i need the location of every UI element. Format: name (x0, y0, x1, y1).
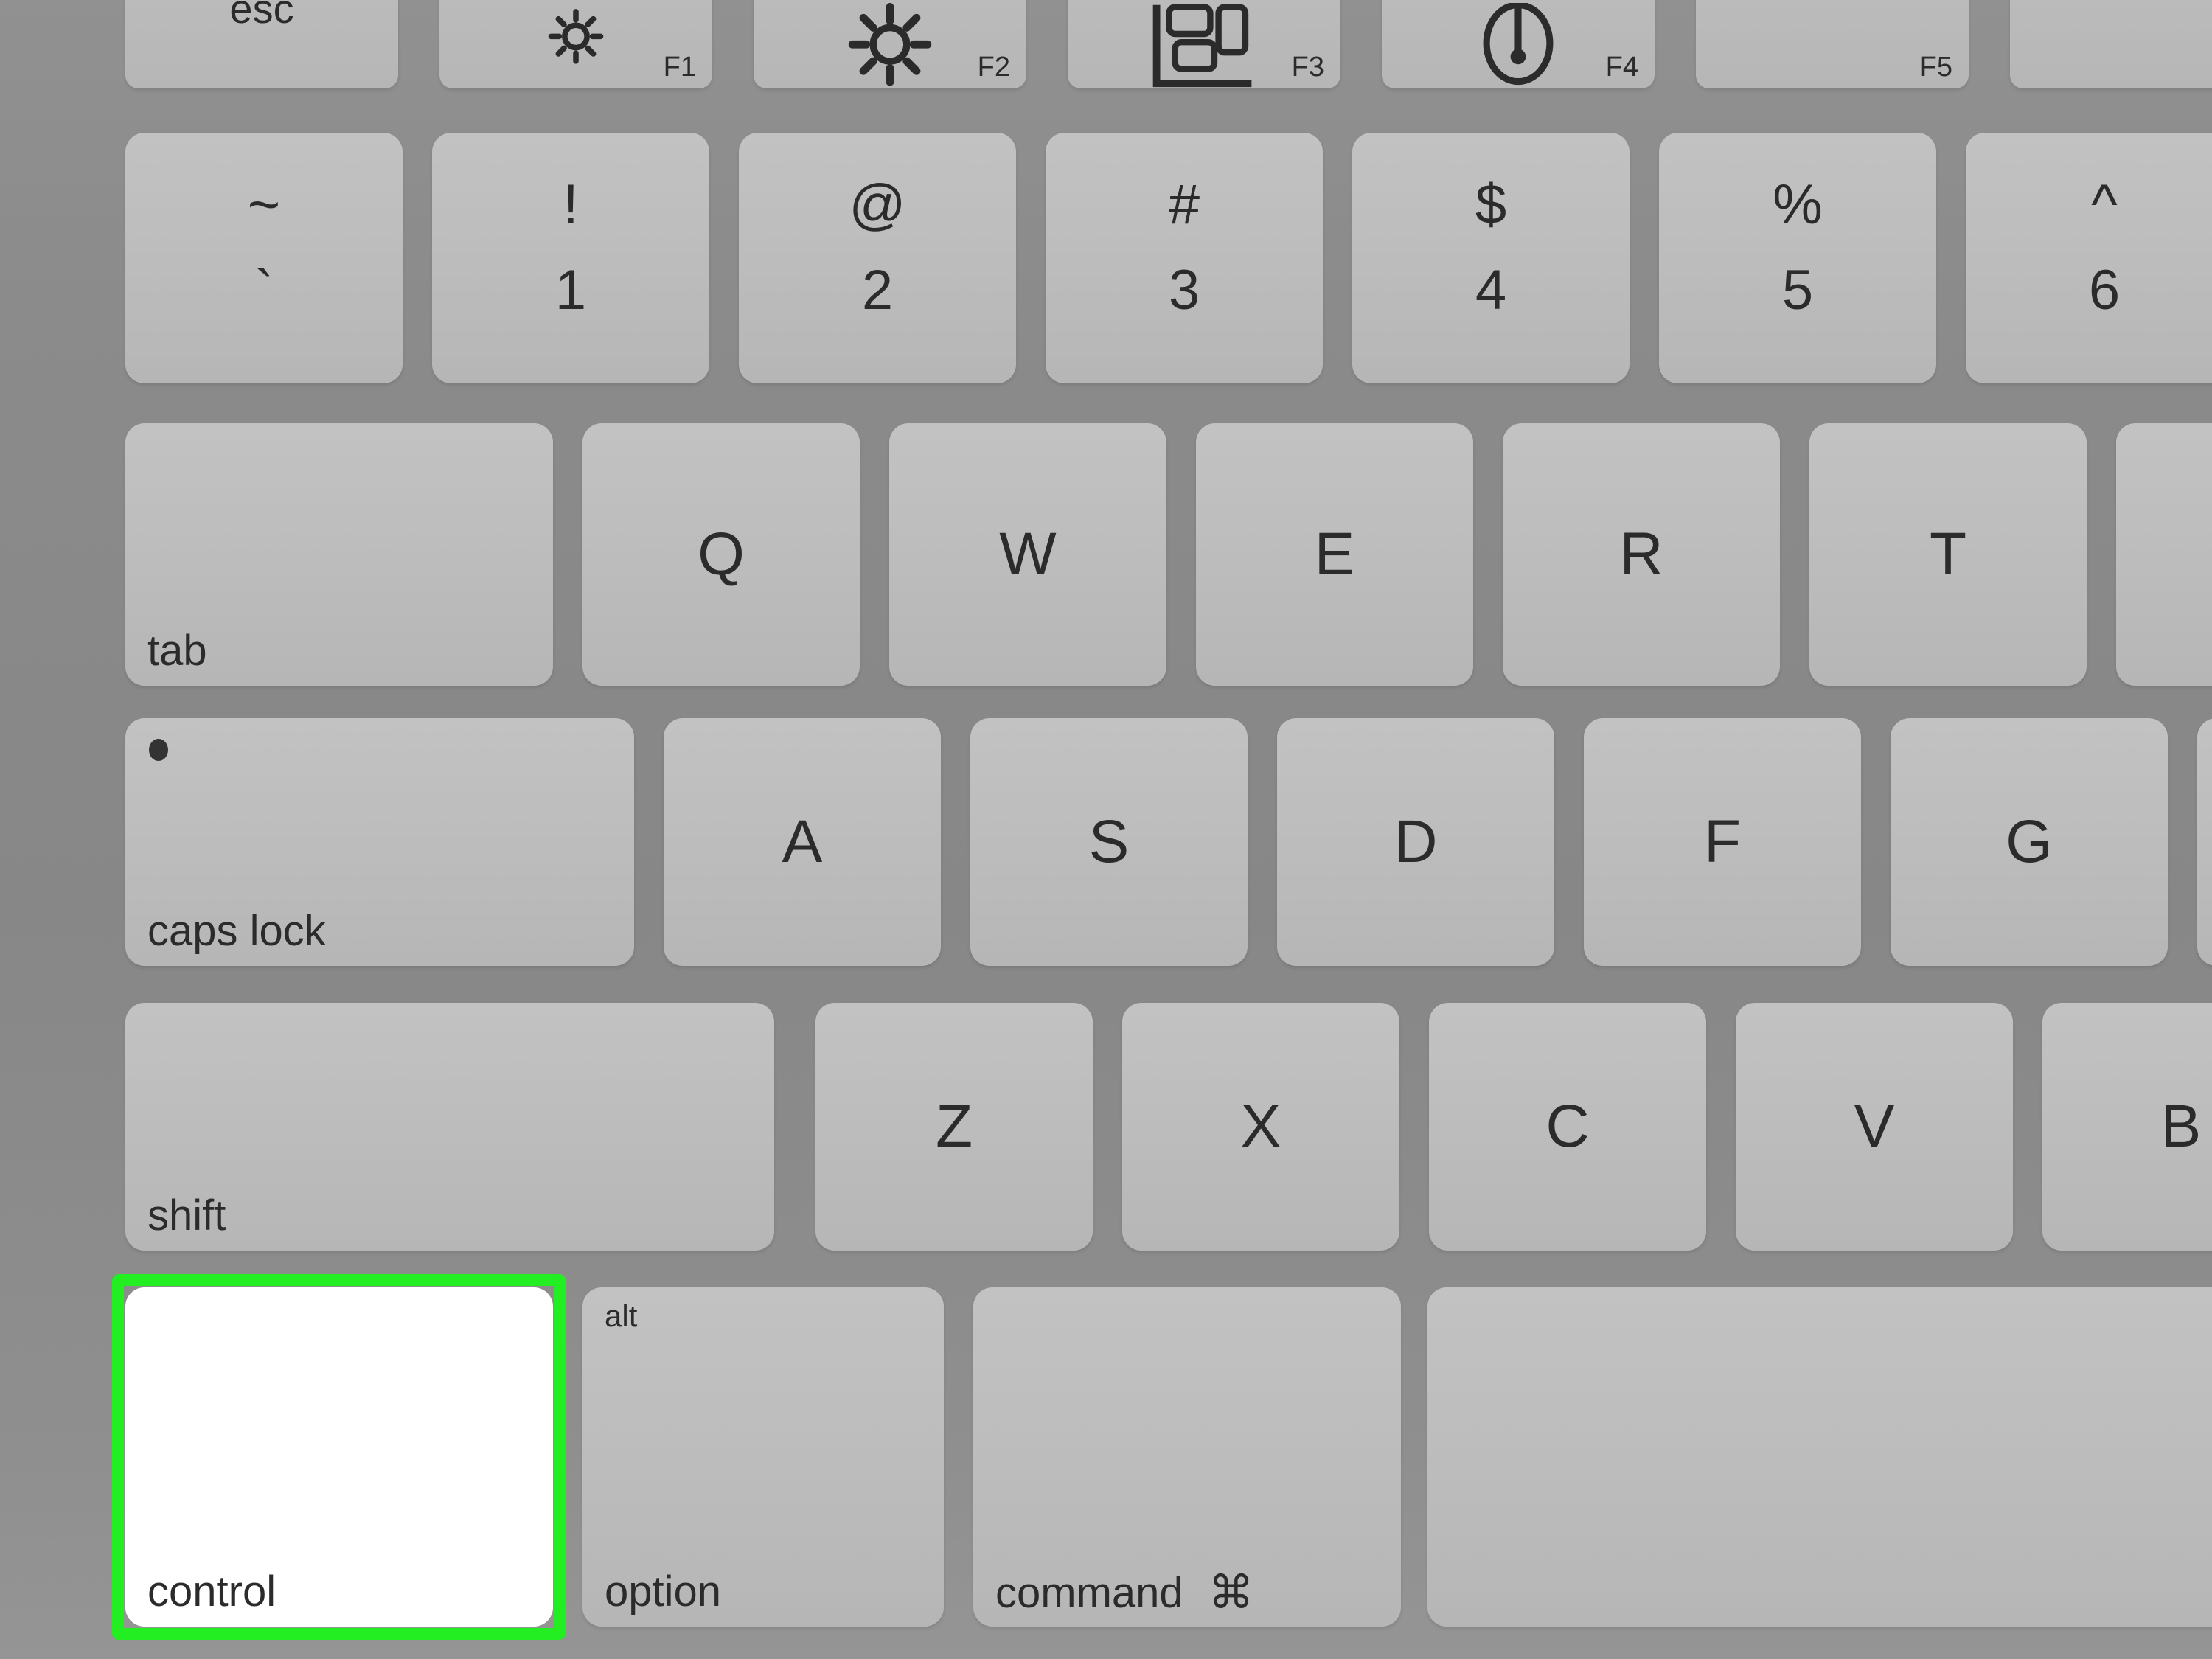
key-label-f: F (1703, 808, 1742, 875)
fn-label-f4: F4 (1605, 52, 1638, 83)
fn-label-f3: F3 (1291, 52, 1324, 83)
key-y[interactable]: Y (2116, 423, 2212, 686)
brightness-down-icon (536, 3, 616, 86)
key-label-shift: shift (147, 1192, 226, 1239)
key-upper-three: # (1168, 173, 1200, 236)
key-v[interactable]: V (1736, 1003, 2013, 1251)
key-upper-six: ^ (2091, 173, 2118, 236)
key-f4[interactable]: F4 (1382, 0, 1655, 88)
key-upper-four: $ (1475, 173, 1507, 236)
fn-label-f1: F1 (663, 52, 696, 83)
key-spacebar[interactable] (1427, 1287, 2212, 1627)
key-r[interactable]: R (1503, 423, 1780, 686)
key-q[interactable]: Q (582, 423, 860, 686)
key-lower-three: 3 (1168, 259, 1200, 321)
key-x[interactable]: X (1122, 1003, 1399, 1251)
key-two[interactable]: @2 (739, 133, 1016, 383)
key-lower-one: 1 (554, 259, 587, 321)
key-label-e: E (1314, 521, 1355, 588)
key-z[interactable]: Z (815, 1003, 1093, 1251)
key-label-g: G (2006, 808, 2053, 875)
fn-label-f2: F2 (977, 52, 1010, 83)
key-five[interactable]: % 5 (1659, 133, 1936, 383)
key-lower-tilde: ` (254, 259, 274, 321)
key-three[interactable]: #3 (1046, 133, 1323, 383)
key-label-v: V (1854, 1093, 1895, 1160)
key-f[interactable]: F (1584, 718, 1861, 966)
key-a[interactable]: A (664, 718, 941, 966)
key-f6[interactable]: F6 (2010, 0, 2212, 88)
key-lower-two: 2 (861, 259, 894, 321)
command-label-group: command ⌘ (995, 1571, 1254, 1616)
key-label-w: W (999, 521, 1057, 588)
key-h[interactable]: H (2197, 718, 2212, 966)
key-e[interactable]: E (1196, 423, 1473, 686)
key-f5[interactable]: F5 (1696, 0, 1969, 88)
key-label-control: control (147, 1568, 276, 1615)
key-f3[interactable]: F3 (1068, 0, 1340, 88)
key-w[interactable]: W (889, 423, 1166, 686)
key-upper-one: ! (563, 173, 579, 236)
key-lower-four: 4 (1475, 259, 1507, 321)
key-label-t: T (1929, 521, 1967, 588)
key-command[interactable]: command ⌘ (973, 1287, 1401, 1627)
key-option[interactable]: alt option (582, 1287, 944, 1627)
key-label-esc: esc (229, 0, 294, 32)
key-lower-six: 6 (2088, 259, 2121, 321)
mission-control-icon (1152, 3, 1256, 91)
key-t[interactable]: T (1809, 423, 2087, 686)
key-shift[interactable]: shift (125, 1003, 774, 1251)
key-esc[interactable]: esc (125, 0, 398, 88)
key-lower-five: 5 (1781, 259, 1814, 321)
key-upper-five: % (1773, 173, 1823, 236)
key-b[interactable]: B (2042, 1003, 2212, 1251)
caps-lock-indicator-icon (149, 739, 168, 761)
key-label-x: X (1240, 1093, 1281, 1160)
key-one[interactable]: ! 1 (432, 133, 709, 383)
key-label-c: C (1545, 1093, 1590, 1160)
command-glyph-icon: ⌘ (1208, 1568, 1254, 1618)
key-caps-lock[interactable]: caps lock (125, 718, 634, 966)
launchpad-icon (1470, 1, 1566, 102)
key-tab[interactable]: tab (125, 423, 553, 686)
key-c[interactable]: C (1429, 1003, 1706, 1251)
key-f1[interactable]: F1 (439, 0, 712, 88)
key-label-h: H (2197, 812, 2212, 872)
key-label-r: R (1619, 521, 1663, 588)
key-upper-tilde: ~ (247, 173, 281, 236)
key-label-q: Q (698, 521, 745, 588)
keyboard-photo: escF1F2F3F4F5F6~`!1@2#3$4%5^6&7tabQWERTY… (0, 0, 2212, 1659)
key-label-tab: tab (147, 627, 207, 675)
key-label-s: S (1088, 808, 1130, 875)
key-six[interactable]: ^ 6 (1966, 133, 2212, 383)
key-label-y: Y (2116, 524, 2212, 585)
brightness-up-icon (841, 2, 939, 105)
key-label-caps-lock: caps lock (147, 907, 326, 955)
key-label-z: Z (935, 1093, 973, 1160)
key-g[interactable]: G (1891, 718, 2168, 966)
key-f2[interactable]: F2 (754, 0, 1026, 88)
key-d[interactable]: D (1277, 718, 1554, 966)
fn-label-f5: F5 (1919, 52, 1952, 83)
key-label-option: option (605, 1568, 722, 1615)
key-tilde[interactable]: ~ ` (125, 133, 403, 383)
key-s[interactable]: S (970, 718, 1248, 966)
key-four[interactable]: $4 (1352, 133, 1630, 383)
key-upper-two: @ (849, 173, 906, 236)
key-label-command: command (995, 1569, 1183, 1617)
key-label-a: A (782, 808, 823, 875)
key-label-b: B (2160, 1093, 2202, 1160)
key-control[interactable]: control (125, 1287, 553, 1627)
key-label-d: D (1394, 808, 1438, 875)
key-label-alt: alt (605, 1298, 638, 1333)
